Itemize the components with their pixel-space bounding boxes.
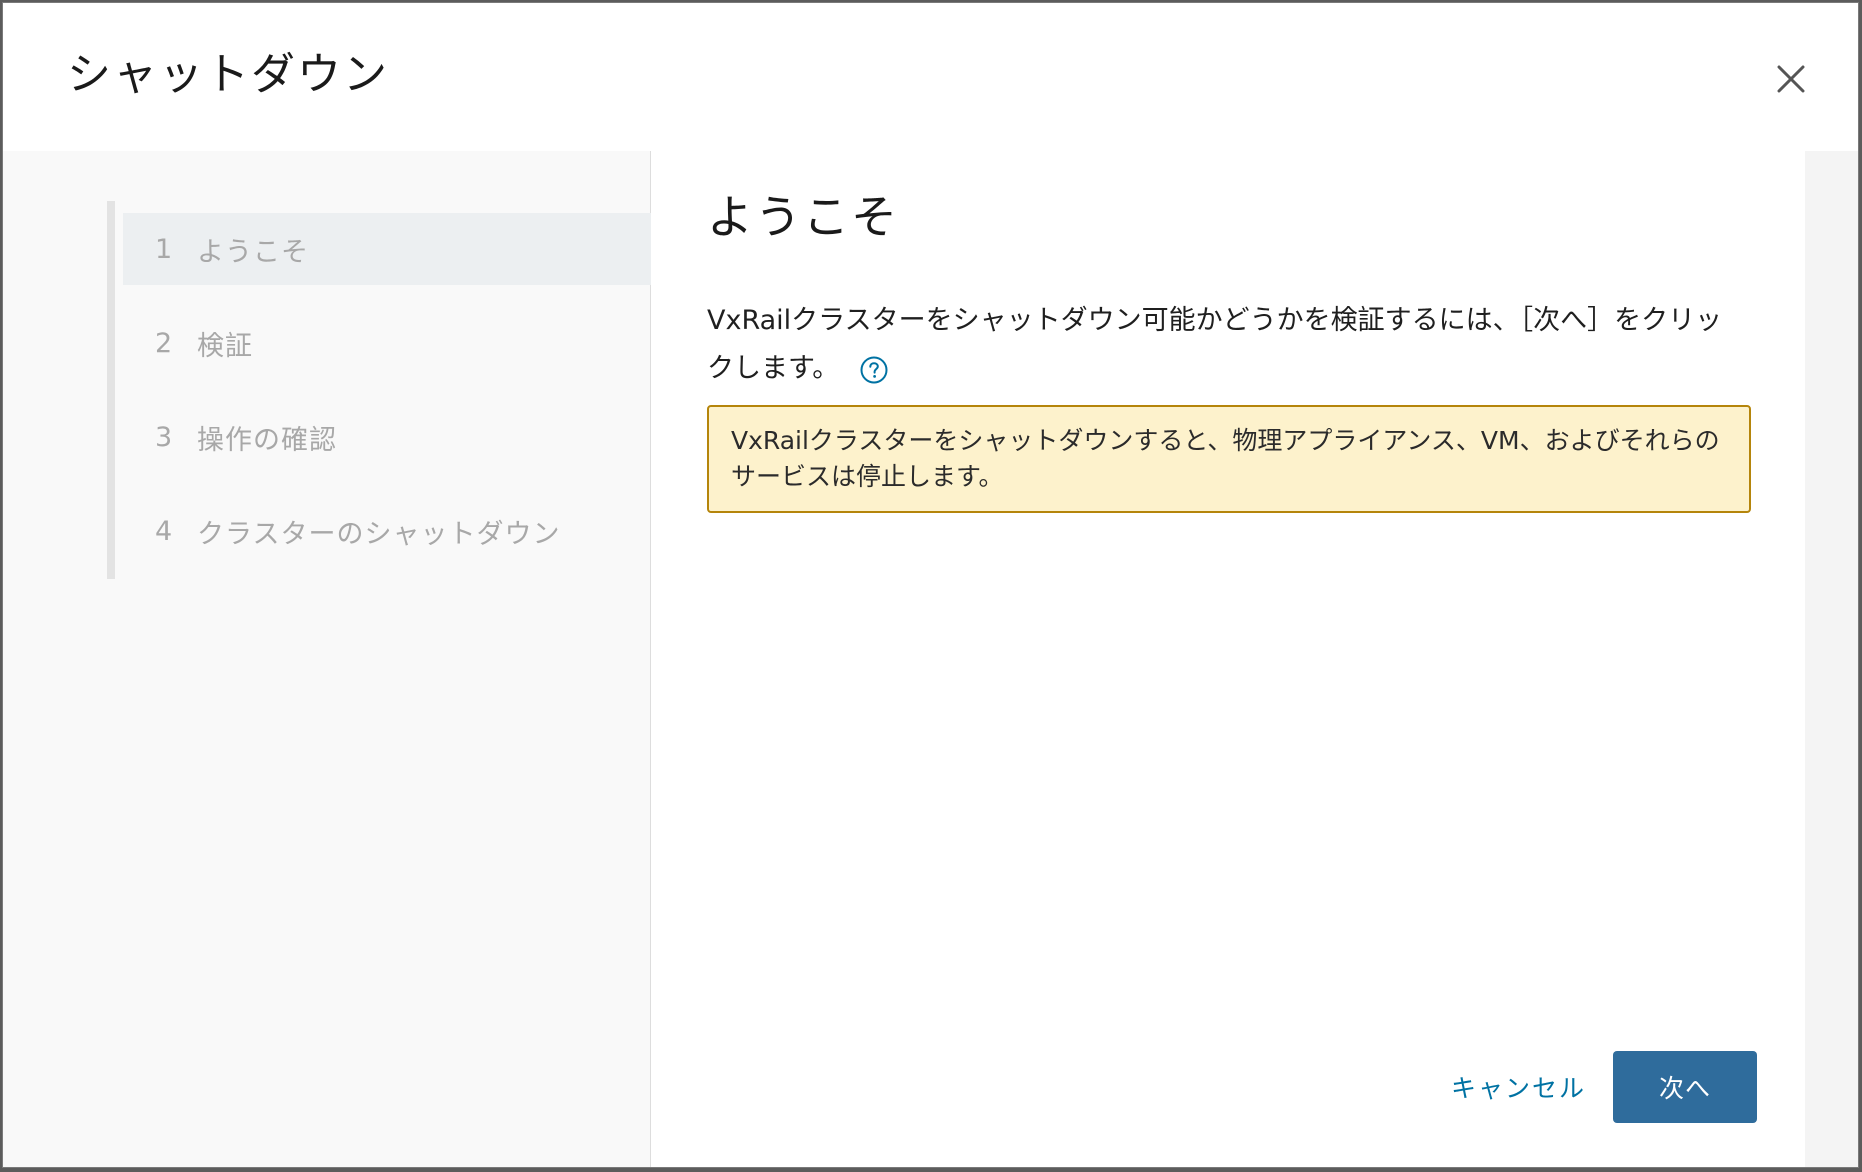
wizard-step-confirm[interactable]: 3 操作の確認 bbox=[123, 401, 651, 473]
wizard-step-validation[interactable]: 2 検証 bbox=[123, 307, 651, 379]
wizard-content: ようこそ VxRailクラスターをシャットダウン可能かどうかを検証するには、［次… bbox=[651, 151, 1805, 1167]
step-label: 操作の確認 bbox=[197, 424, 337, 456]
dialog-header: シャットダウン bbox=[3, 3, 1858, 151]
help-icon[interactable] bbox=[859, 355, 889, 385]
step-label: 検証 bbox=[197, 330, 253, 362]
step-label: クラスターのシャットダウン bbox=[197, 518, 561, 550]
cancel-button[interactable]: キャンセル bbox=[1441, 1063, 1596, 1111]
wizard-step-shutdown-cluster[interactable]: 4 クラスターのシャットダウン bbox=[123, 495, 651, 567]
step-label: ようこそ bbox=[197, 236, 309, 268]
step-number: 2 bbox=[155, 327, 173, 359]
description-text: VxRailクラスターをシャットダウン可能かどうかを検証するには、［次へ］をクリ… bbox=[707, 297, 1747, 393]
right-gutter bbox=[1805, 151, 1858, 1167]
steps-track bbox=[107, 201, 115, 579]
shutdown-dialog: シャットダウン 1 ようこそ 2 検証 3 操作の確認 4 クラスターのシャット… bbox=[2, 2, 1859, 1168]
wizard-steps-sidebar: 1 ようこそ 2 検証 3 操作の確認 4 クラスターのシャットダウン bbox=[3, 151, 651, 1167]
page-title: ようこそ bbox=[707, 190, 899, 244]
warning-alert: VxRailクラスターをシャットダウンすると、物理アプライアンス、VM、およびそ… bbox=[707, 405, 1751, 513]
close-icon bbox=[1777, 65, 1805, 93]
next-button[interactable]: 次へ bbox=[1613, 1051, 1757, 1123]
dialog-footer: キャンセル 次へ bbox=[651, 1051, 1805, 1123]
step-number: 3 bbox=[155, 421, 173, 453]
close-button[interactable] bbox=[1767, 55, 1815, 103]
step-number: 1 bbox=[155, 233, 173, 265]
wizard-step-welcome[interactable]: 1 ようこそ bbox=[123, 213, 651, 285]
dialog-title: シャットダウン bbox=[67, 49, 389, 100]
step-number: 4 bbox=[155, 515, 173, 547]
